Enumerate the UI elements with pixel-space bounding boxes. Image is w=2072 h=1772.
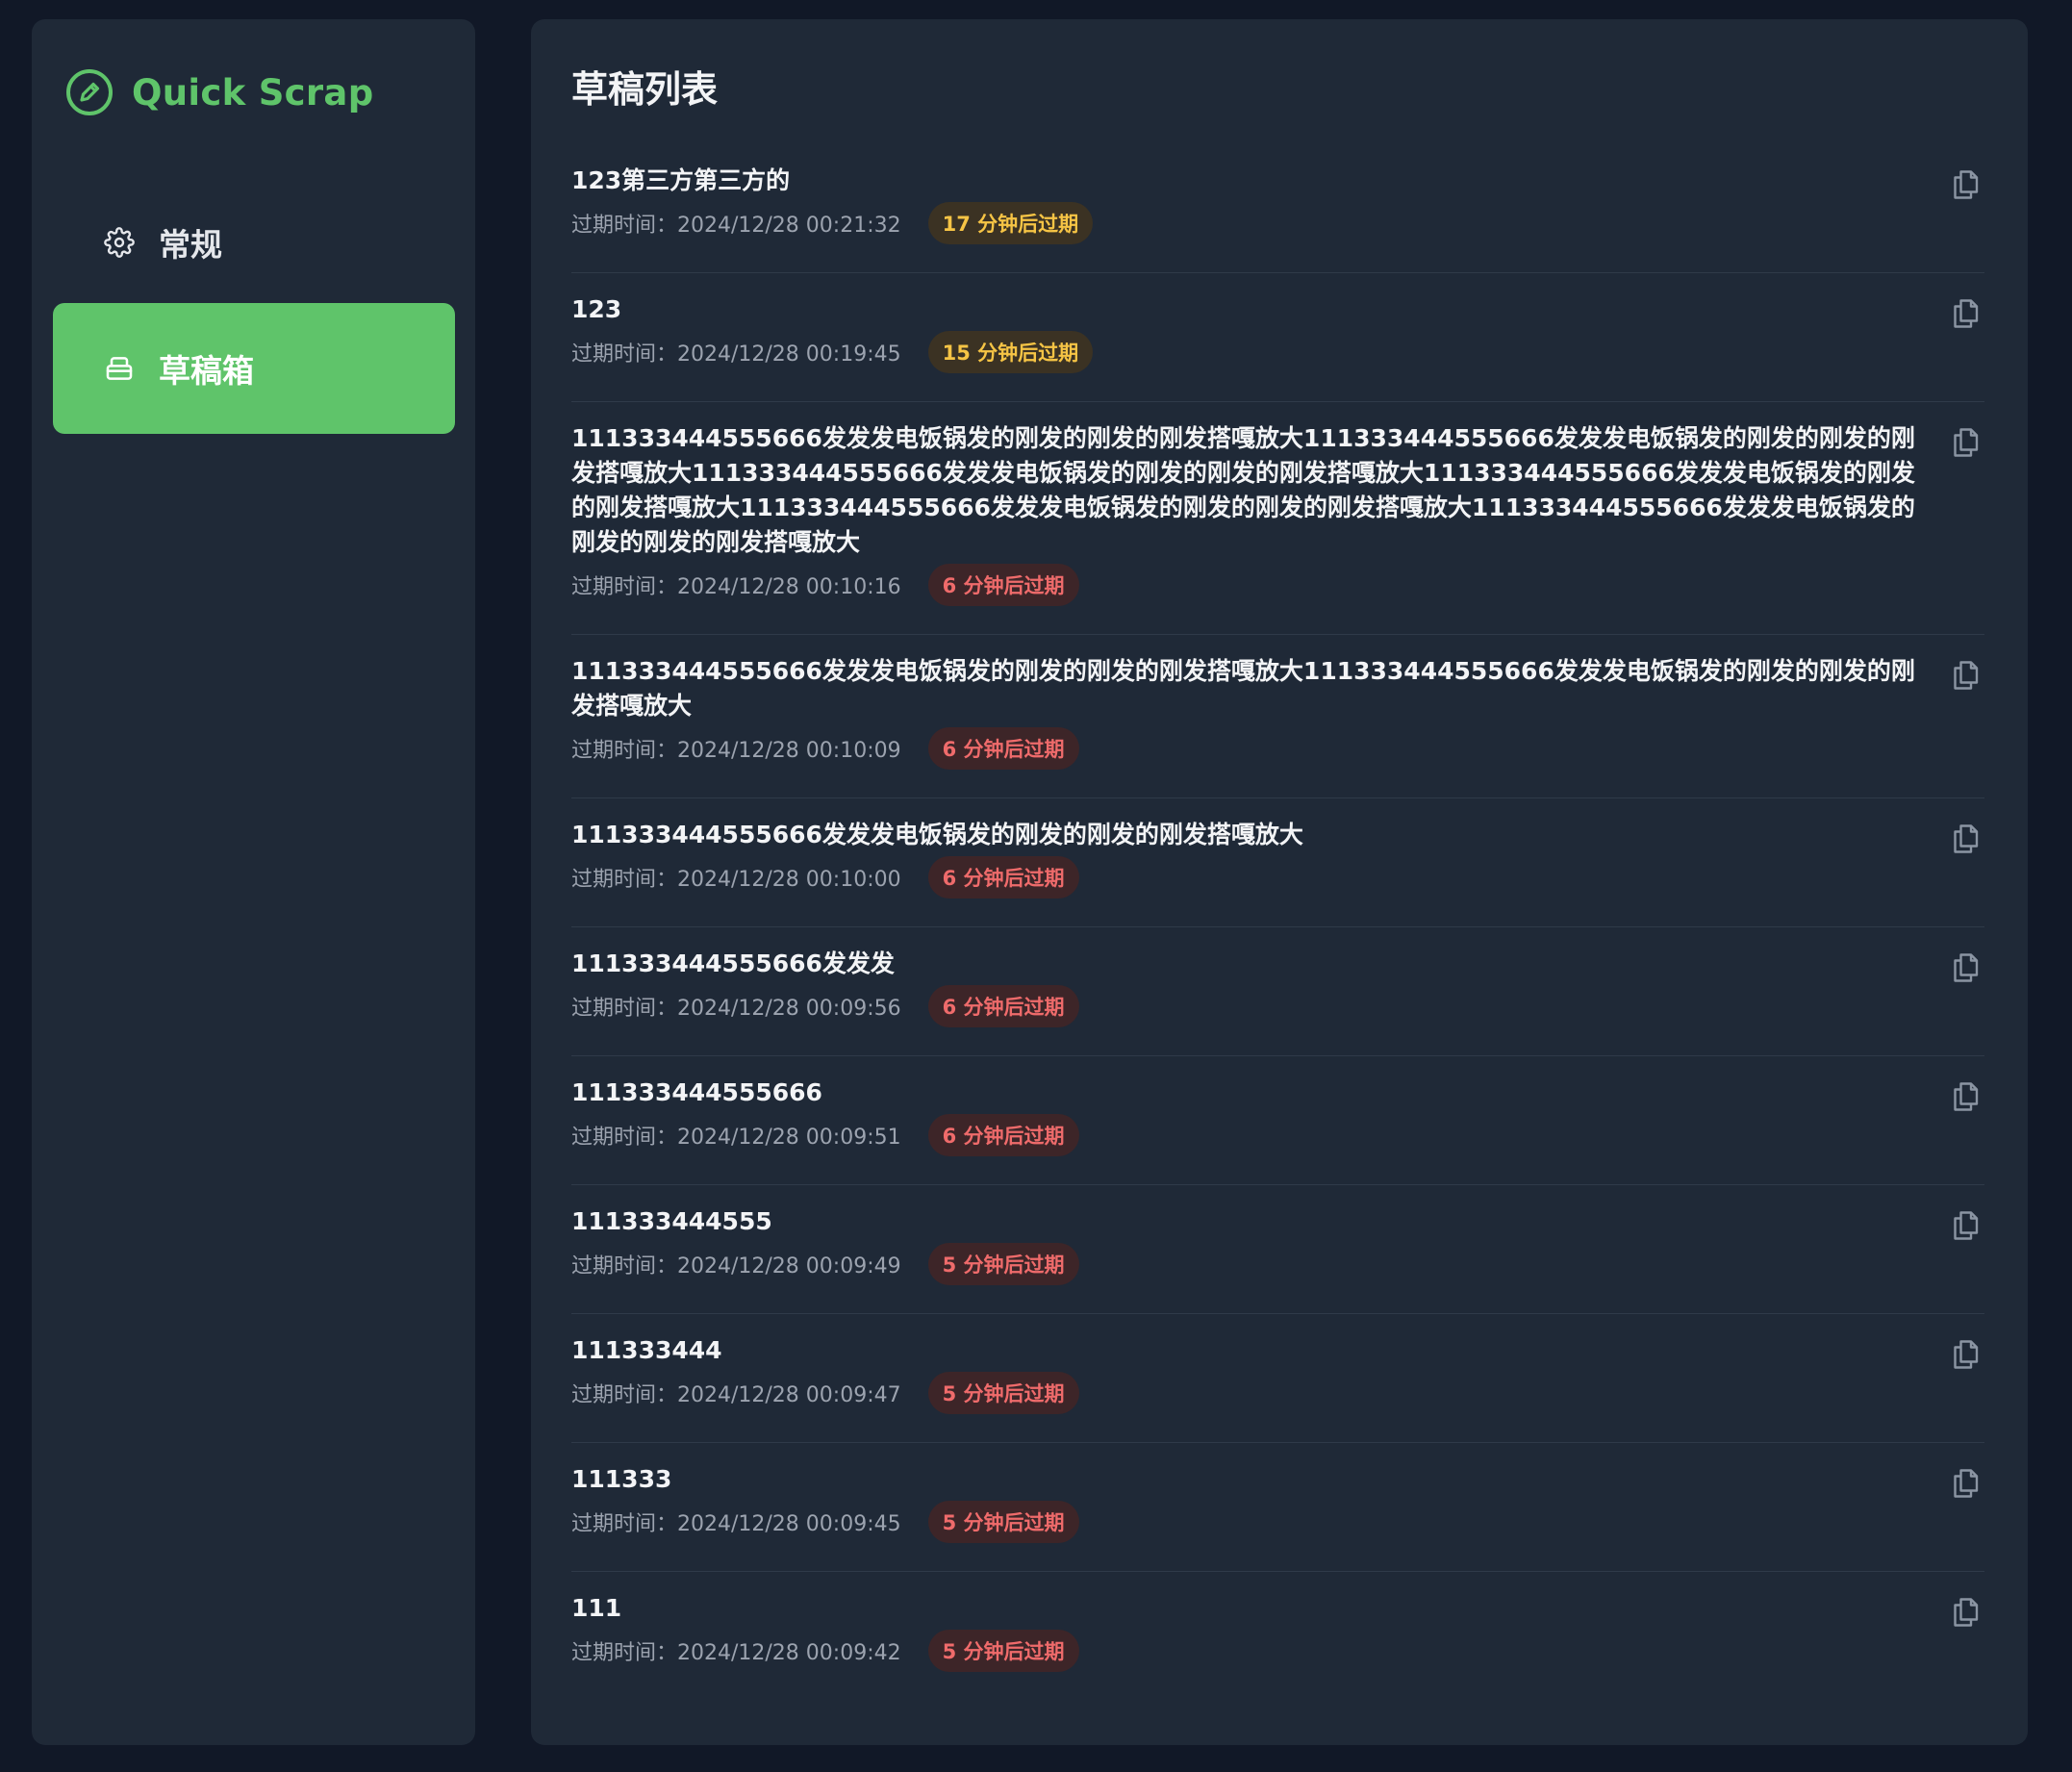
expire-time: 过期时间：2024/12/28 00:21:32: [571, 214, 901, 238]
draft-text: 111333: [571, 1465, 672, 1493]
draft-text: 111333444555666发发发电饭锅发的刚发的刚发的刚发搭嘎放大11133…: [571, 424, 1915, 556]
status-badge: 5 分钟后过期: [927, 1243, 1079, 1285]
copy-button[interactable]: [1946, 1593, 1984, 1632]
draft-meta: 过期时间：2024/12/28 00:09:47 5 分钟后过期: [571, 1372, 1984, 1414]
copy-icon: [1954, 1211, 1979, 1240]
gear-icon: [103, 226, 136, 259]
draft-meta: 过期时间：2024/12/28 00:21:32 17 分钟后过期: [571, 202, 1984, 244]
draft-text: 111333444555666发发发电饭锅发的刚发的刚发的刚发搭嘎放大: [571, 821, 1303, 848]
draft-text: 123第三方第三方的: [571, 166, 791, 194]
expire-time: 过期时间：2024/12/28 00:09:56: [571, 997, 901, 1021]
drafts-box-icon: [103, 352, 136, 385]
draft-text: 111333444555666: [571, 1078, 822, 1106]
draft-meta: 过期时间：2024/12/28 00:19:45 15 分钟后过期: [571, 331, 1984, 373]
status-badge: 6 分钟后过期: [927, 856, 1079, 899]
copy-icon: [1954, 170, 1979, 199]
list-item: 123第三方第三方的 过期时间：2024/12/28 00:21:32 17 分…: [571, 144, 1984, 273]
list-item: 111333444555666发发发 过期时间：2024/12/28 00:09…: [571, 927, 1984, 1056]
copy-button[interactable]: [1946, 949, 1984, 987]
copy-icon: [1954, 1598, 1979, 1627]
draft-meta: 过期时间：2024/12/28 00:10:16 6 分钟后过期: [571, 564, 1984, 606]
status-badge: 6 分钟后过期: [927, 727, 1079, 770]
expire-time: 过期时间：2024/12/28 00:09:45: [571, 1512, 901, 1536]
copy-icon: [1954, 1340, 1979, 1369]
pencil-circle-icon: [64, 67, 114, 117]
expire-time: 过期时间：2024/12/28 00:19:45: [571, 342, 901, 367]
app-title: Quick Scrap: [132, 71, 374, 114]
status-badge: 5 分钟后过期: [927, 1372, 1079, 1414]
page-title: 草稿列表: [571, 68, 719, 111]
draft-text: 111333444555: [571, 1207, 772, 1235]
list-item: 111333444555666发发发电饭锅发的刚发的刚发的刚发搭嘎放大 过期时间…: [571, 798, 1984, 927]
copy-button[interactable]: [1946, 423, 1984, 462]
copy-icon: [1954, 824, 1979, 853]
expire-time: 过期时间：2024/12/28 00:09:47: [571, 1383, 901, 1407]
expire-time: 过期时间：2024/12/28 00:10:09: [571, 739, 901, 763]
copy-icon: [1954, 661, 1979, 690]
copy-button[interactable]: [1946, 1464, 1984, 1503]
sidebar-item-label: 常规: [159, 226, 222, 264]
drafts-panel: 草稿列表 123第三方第三方的 过期时间：2024/12/28 00:21:32…: [531, 19, 2028, 1745]
copy-icon: [1954, 428, 1979, 457]
brand: Quick Scrap: [64, 50, 373, 135]
status-badge: 15 分钟后过期: [927, 331, 1094, 373]
list-item: 111 过期时间：2024/12/28 00:09:42 5 分钟后过期: [571, 1572, 1984, 1700]
copy-icon: [1954, 299, 1979, 328]
status-badge: 17 分钟后过期: [927, 202, 1094, 244]
draft-list: 123第三方第三方的 过期时间：2024/12/28 00:21:32 17 分…: [571, 144, 1984, 1700]
copy-button[interactable]: [1946, 1077, 1984, 1116]
expire-time: 过期时间：2024/12/28 00:09:51: [571, 1126, 901, 1150]
expire-time: 过期时间：2024/12/28 00:10:16: [571, 575, 901, 599]
draft-meta: 过期时间：2024/12/28 00:10:09 6 分钟后过期: [571, 727, 1984, 770]
copy-icon: [1954, 1082, 1979, 1111]
status-badge: 6 分钟后过期: [927, 1114, 1079, 1156]
status-badge: 6 分钟后过期: [927, 564, 1079, 606]
copy-button[interactable]: [1946, 656, 1984, 695]
sidebar-item-drafts[interactable]: 草稿箱: [53, 303, 455, 434]
draft-meta: 过期时间：2024/12/28 00:09:42 5 分钟后过期: [571, 1630, 1984, 1672]
draft-text: 111333444555666发发发: [571, 949, 895, 977]
draft-meta: 过期时间：2024/12/28 00:10:00 6 分钟后过期: [571, 856, 1984, 899]
expire-time: 过期时间：2024/12/28 00:09:42: [571, 1641, 901, 1665]
sidebar: Quick Scrap 常规 草稿箱: [32, 19, 475, 1745]
list-item: 123 过期时间：2024/12/28 00:19:45 15 分钟后过期: [571, 273, 1984, 402]
expire-time: 过期时间：2024/12/28 00:09:49: [571, 1254, 901, 1278]
draft-meta: 过期时间：2024/12/28 00:09:45 5 分钟后过期: [571, 1501, 1984, 1543]
draft-text: 111333444555666发发发电饭锅发的刚发的刚发的刚发搭嘎放大11133…: [571, 657, 1915, 720]
list-item: 111333444555 过期时间：2024/12/28 00:09:49 5 …: [571, 1185, 1984, 1314]
status-badge: 5 分钟后过期: [927, 1501, 1079, 1543]
status-badge: 6 分钟后过期: [927, 985, 1079, 1027]
sidebar-item-general[interactable]: 常规: [53, 177, 455, 308]
expire-time: 过期时间：2024/12/28 00:10:00: [571, 868, 901, 892]
copy-icon: [1954, 1469, 1979, 1498]
copy-icon: [1954, 953, 1979, 982]
draft-text: 111333444: [571, 1336, 722, 1364]
app-window: Quick Scrap 常规 草稿箱 草稿列表 123第三方第三方的 过期时间：…: [0, 0, 2072, 1772]
list-item: 111333444555666 过期时间：2024/12/28 00:09:51…: [571, 1056, 1984, 1185]
list-item: 111333444 过期时间：2024/12/28 00:09:47 5 分钟后…: [571, 1314, 1984, 1443]
list-item: 111333 过期时间：2024/12/28 00:09:45 5 分钟后过期: [571, 1443, 1984, 1572]
list-item: 111333444555666发发发电饭锅发的刚发的刚发的刚发搭嘎放大11133…: [571, 402, 1984, 635]
copy-button[interactable]: [1946, 165, 1984, 204]
draft-meta: 过期时间：2024/12/28 00:09:51 6 分钟后过期: [571, 1114, 1984, 1156]
copy-button[interactable]: [1946, 1206, 1984, 1245]
draft-text: 123: [571, 295, 622, 323]
sidebar-item-label: 草稿箱: [159, 352, 254, 390]
copy-button[interactable]: [1946, 294, 1984, 333]
copy-button[interactable]: [1946, 1335, 1984, 1374]
draft-meta: 过期时间：2024/12/28 00:09:49 5 分钟后过期: [571, 1243, 1984, 1285]
copy-button[interactable]: [1946, 820, 1984, 858]
list-item: 111333444555666发发发电饭锅发的刚发的刚发的刚发搭嘎放大11133…: [571, 635, 1984, 798]
status-badge: 5 分钟后过期: [927, 1630, 1079, 1672]
draft-meta: 过期时间：2024/12/28 00:09:56 6 分钟后过期: [571, 985, 1984, 1027]
draft-text: 111: [571, 1594, 622, 1622]
